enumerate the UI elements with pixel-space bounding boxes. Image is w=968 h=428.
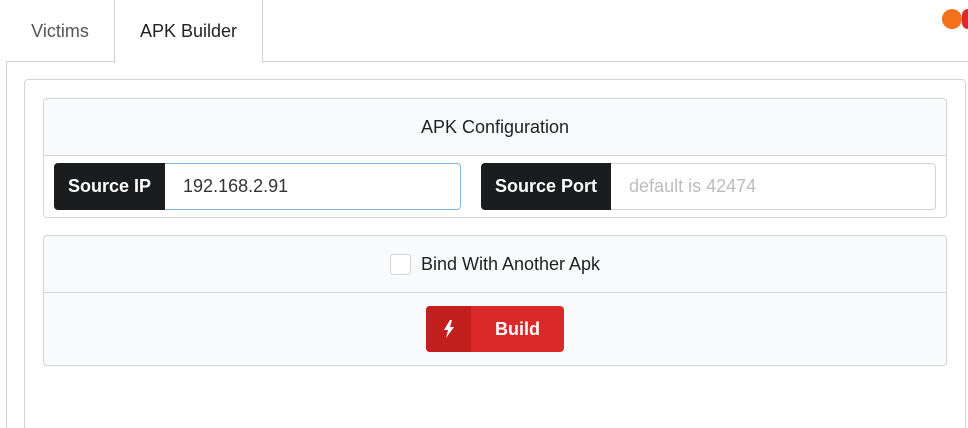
tab-divider xyxy=(262,61,968,62)
tab-divider-left xyxy=(6,61,114,62)
apk-configuration-card: APK Configuration Source IP Source Port xyxy=(43,98,947,218)
source-ip-input[interactable] xyxy=(165,163,461,210)
tab-apk-builder[interactable]: APK Builder xyxy=(114,0,263,63)
lightning-bolt-icon xyxy=(426,306,471,352)
source-ip-label: Source IP xyxy=(54,163,166,210)
bind-apk-checkbox[interactable] xyxy=(389,253,411,275)
apk-configuration-title: APK Configuration xyxy=(44,99,946,156)
tab-victims-label: Victims xyxy=(31,20,89,41)
source-port-field: Source Port xyxy=(481,163,936,210)
tab-victims[interactable]: Victims xyxy=(6,0,114,62)
tab-apk-builder-label: APK Builder xyxy=(139,21,238,41)
source-port-label: Source Port xyxy=(481,163,612,210)
source-ip-field: Source IP xyxy=(54,163,461,210)
build-button-label: Build xyxy=(495,318,540,339)
pane-border xyxy=(6,61,7,428)
source-port-input[interactable] xyxy=(611,163,936,210)
bind-build-card: Bind With Another Apk Build xyxy=(43,235,947,366)
tab-bar: Victims APK Builder xyxy=(0,0,968,63)
build-button[interactable]: Build xyxy=(426,306,564,352)
status-dot-red xyxy=(962,9,968,29)
status-dot-orange xyxy=(942,9,962,29)
bind-apk-label[interactable]: Bind With Another Apk xyxy=(421,254,600,275)
